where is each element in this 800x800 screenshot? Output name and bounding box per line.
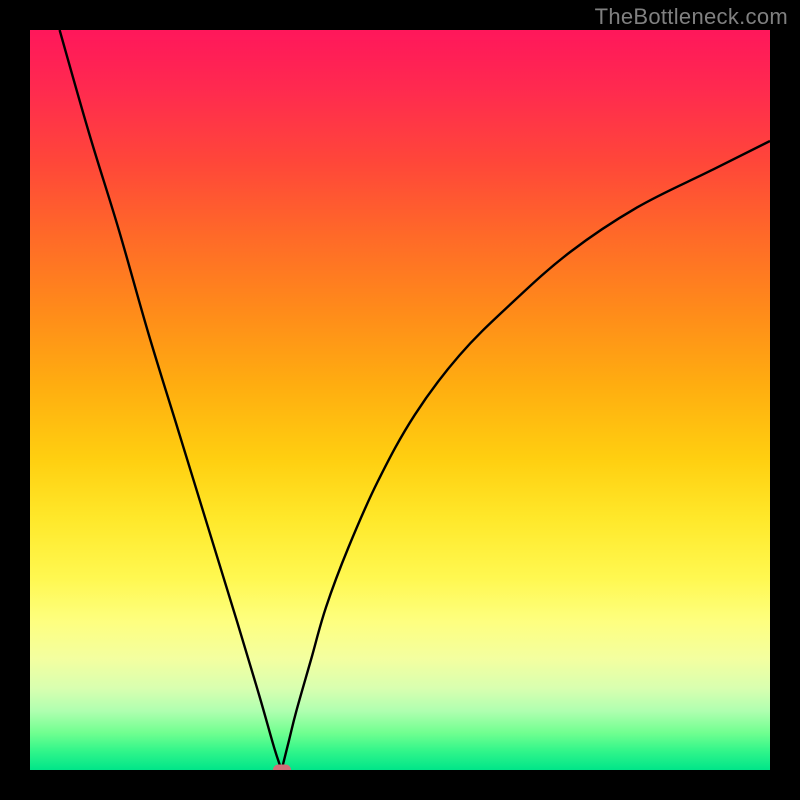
minimum-marker	[273, 765, 291, 771]
watermark-text: TheBottleneck.com	[595, 4, 788, 30]
outer-frame: TheBottleneck.com	[0, 0, 800, 800]
curve-left-branch	[60, 30, 282, 770]
curve-right-branch	[282, 141, 770, 770]
bottleneck-curve	[30, 30, 770, 770]
plot-area	[30, 30, 770, 770]
